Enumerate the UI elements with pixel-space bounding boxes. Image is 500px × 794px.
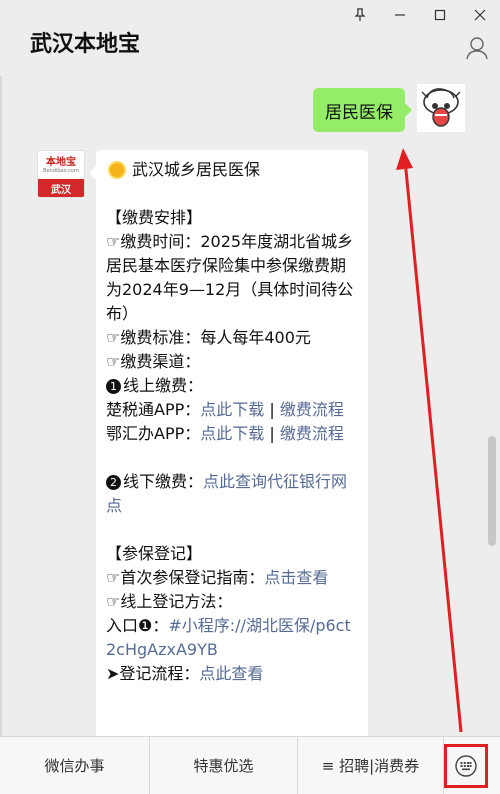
message-text	[106, 184, 111, 203]
avatar-domain: Bendibao.com	[43, 167, 79, 174]
chat-area[interactable]: 居民医保 本地宝 Bendibao.com 武汉 武汉城乡居民医保 【缴费安排】…	[0, 76, 500, 736]
message-text: ☞线上登记方法：	[106, 592, 233, 611]
message-text: ☞首次参保登记指南：	[106, 568, 265, 587]
message-text: 【缴费安排】	[106, 208, 203, 227]
window-controls	[340, 0, 500, 30]
keyboard-icon	[455, 755, 477, 777]
user-avatar[interactable]	[417, 84, 465, 132]
message-text: |	[264, 424, 280, 443]
keyboard-toggle-button[interactable]	[444, 744, 488, 788]
message-text	[106, 448, 111, 467]
chat-title: 武汉本地宝	[30, 32, 141, 57]
message-line: 【缴费安排】	[106, 206, 358, 230]
message-text: ☞缴费标准：每人每年400元	[106, 328, 311, 347]
message-line: 2 线下缴费：点此查询代征银行网点	[106, 470, 358, 518]
incoming-message: 武汉城乡居民医保 【缴费安排】 ☞缴费时间：2025年度湖北省城乡居民基本医疗保险…	[89, 150, 368, 736]
message-text: 线下缴费：	[123, 472, 204, 491]
message-link[interactable]: 缴费流程	[280, 424, 344, 443]
message-line	[106, 518, 358, 542]
avatar-brand: 本地宝	[46, 156, 76, 168]
avatar-city: 武汉	[38, 179, 84, 197]
menu-wechat-services[interactable]: 微信办事	[0, 737, 150, 794]
scrollbar-thumb[interactable]	[488, 436, 496, 546]
message-text	[106, 520, 111, 539]
message-line: 入口❶：#小程序://湖北医保/p6ct2cHgAzxA9YB	[106, 614, 358, 662]
menu-jobs-coupons[interactable]: ≡ 招聘|消费券	[298, 737, 444, 794]
message-line: ☞缴费时间：2025年度湖北省城乡居民基本医疗保险集中参保缴费期为2024年9—…	[106, 230, 358, 326]
minimize-icon[interactable]	[380, 0, 420, 30]
message-text: 鄂汇办APP：	[106, 424, 201, 443]
maximize-icon[interactable]	[420, 0, 460, 30]
message-text: 入口❶：	[106, 616, 169, 635]
message-text: ➤登记流程：	[106, 664, 200, 683]
bottom-menu: 微信办事 特惠优选 ≡ 招聘|消费券	[0, 736, 500, 794]
message-text: |	[264, 400, 280, 419]
message-text: 楚税通APP：	[106, 400, 201, 419]
profile-icon[interactable]	[466, 36, 488, 60]
message-line: ☞缴费渠道：	[106, 350, 358, 374]
message-text: 武汉城乡居民医保	[132, 160, 261, 179]
message-line: ☞线上登记方法：	[106, 590, 358, 614]
message-link[interactable]: 点此下载	[200, 424, 264, 443]
title-bar: 武汉本地宝	[0, 0, 500, 76]
message-link[interactable]: 缴费流程	[280, 400, 344, 419]
message-line	[106, 182, 358, 206]
number-badge: 1	[106, 379, 121, 394]
message-line: 【参保登记】	[106, 542, 358, 566]
message-text: 线上缴费：	[123, 376, 204, 395]
message-link[interactable]: 点此查看	[199, 664, 263, 683]
message-line: 楚税通APP：点此下载 | 缴费流程	[106, 398, 358, 422]
sun-icon	[110, 163, 124, 177]
message-line: 武汉城乡居民医保	[106, 158, 358, 182]
pin-icon[interactable]	[340, 0, 380, 30]
message-line: 鄂汇办APP：点此下载 | 缴费流程	[106, 422, 358, 446]
message-link[interactable]: 点击查看	[264, 568, 328, 587]
message-line: ☞缴费标准：每人每年400元	[106, 326, 358, 350]
number-badge: 2	[106, 475, 121, 490]
message-line	[106, 446, 358, 470]
message-line: 1 线上缴费：	[106, 374, 358, 398]
message-line: ☞首次参保登记指南：点击查看	[106, 566, 358, 590]
outgoing-message[interactable]: 居民医保	[313, 88, 412, 132]
message-text: ☞缴费时间：2025年度湖北省城乡居民基本医疗保险集中参保缴费期为2024年9—…	[106, 232, 354, 323]
close-icon[interactable]	[460, 0, 500, 30]
message-link[interactable]: 点此下载	[200, 400, 264, 419]
menu-special-offers[interactable]: 特惠优选	[150, 737, 298, 794]
message-text: 【参保登记】	[106, 544, 203, 563]
message-text: ☞缴费渠道：	[106, 352, 201, 371]
message-line: ➤登记流程：点此查看	[106, 662, 358, 686]
official-account-avatar[interactable]: 本地宝 Bendibao.com 武汉	[37, 150, 85, 198]
